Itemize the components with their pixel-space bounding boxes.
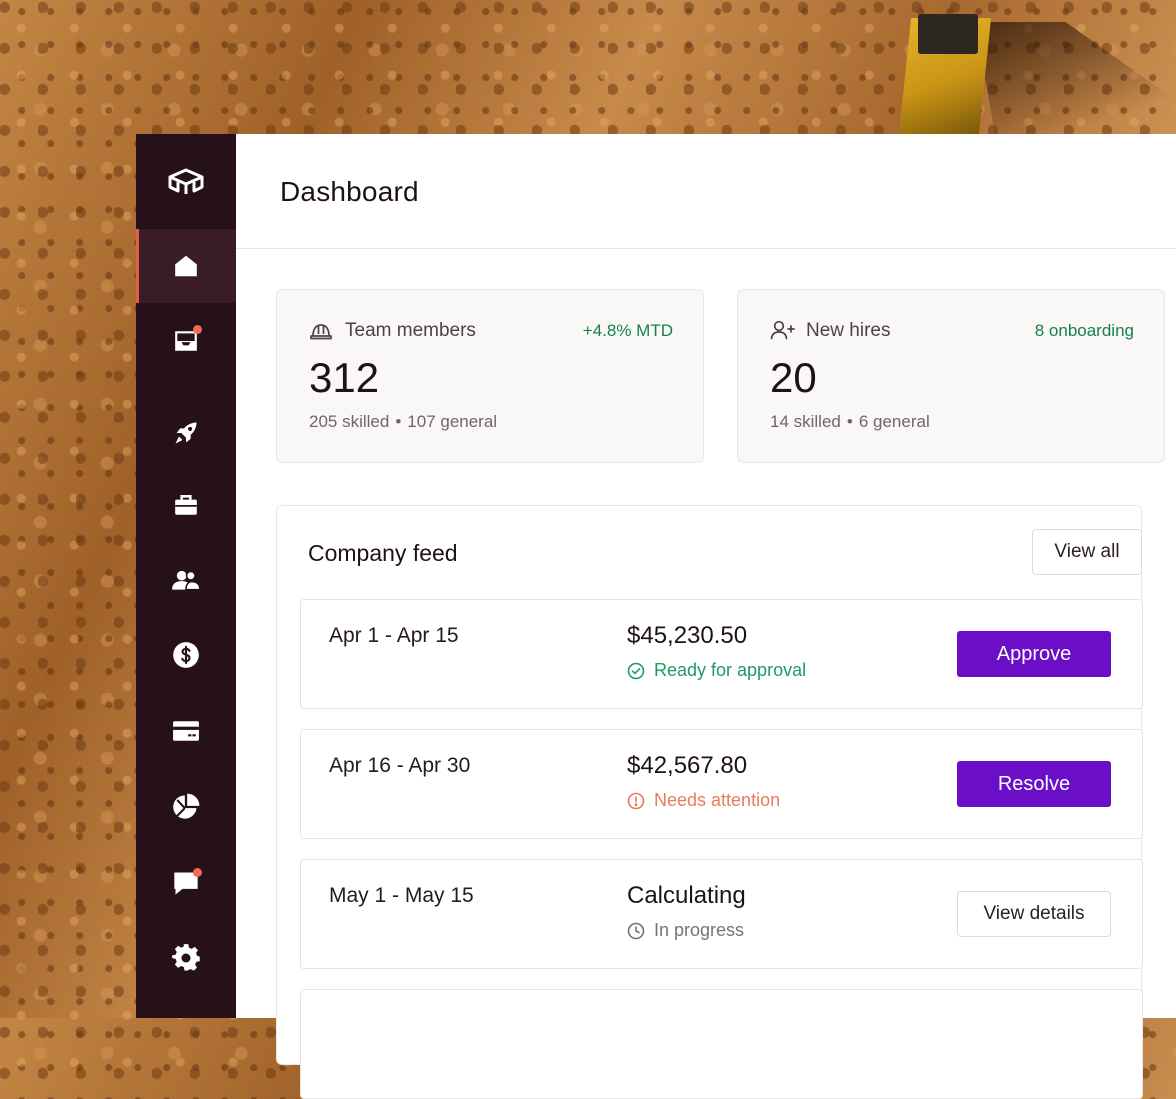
machine-shadow (975, 22, 1176, 134)
sidebar-item-payroll[interactable] (136, 618, 236, 692)
stat-breakdown-separator: • (846, 412, 853, 431)
stat-delta: +4.8% MTD (582, 321, 673, 340)
pie-chart-icon (173, 793, 200, 819)
pay-amount: Calculating (627, 882, 746, 909)
home-icon (175, 255, 197, 277)
stat-value: 20 (770, 354, 817, 401)
rocket-icon (175, 422, 197, 444)
feed-row: Apr 1 - Apr 15 $45,230.50 Ready for appr… (300, 599, 1143, 709)
main-panel: Dashboard Team members +4.8% MTD 312 205… (236, 134, 1176, 1099)
stat-breakdown-skilled: 205 skilled (309, 412, 390, 431)
stat-label: Team members (345, 320, 476, 341)
stat-breakdown-general: 107 general (407, 412, 498, 431)
stat-breakdown-general: 6 general (858, 412, 930, 431)
status-text: Needs attention (654, 790, 781, 810)
stat-label: New hires (806, 320, 891, 341)
view-details-button[interactable]: View details (957, 891, 1111, 937)
stat-breakdown: 14 skilled • 6 general (770, 412, 930, 432)
sidebar-item-cards[interactable] (136, 694, 236, 768)
status-badge: Ready for approval (627, 660, 806, 681)
stat-value: 312 (309, 354, 380, 401)
excavator-cab (918, 14, 978, 54)
page-title: Dashboard (280, 176, 419, 207)
pay-period-date: Apr 16 - Apr 30 (329, 754, 471, 777)
sidebar-item-messages[interactable] (136, 846, 236, 920)
view-all-button[interactable]: View all (1032, 529, 1142, 575)
messages-badge (193, 868, 202, 877)
status-badge: Needs attention (627, 790, 780, 811)
feed-row: Apr 16 - Apr 30 $42,567.80 Needs attenti… (300, 729, 1143, 839)
alert-circle-icon (627, 792, 645, 809)
pay-period-date: May 1 - May 15 (329, 884, 474, 907)
sidebar-item-settings[interactable] (136, 921, 236, 995)
status-text: In progress (654, 920, 745, 940)
approve-button[interactable]: Approve (957, 631, 1111, 677)
clock-icon (627, 922, 645, 939)
sidebar-item-team[interactable] (136, 543, 236, 617)
sidebar-item-inbox[interactable] (136, 304, 236, 378)
stat-breakdown-skilled: 14 skilled (770, 412, 841, 431)
dollar-icon (173, 642, 199, 668)
cube-logo-icon[interactable] (136, 134, 236, 229)
resolve-button[interactable]: Resolve (957, 761, 1111, 807)
sidebar-item-jobs[interactable] (136, 468, 236, 542)
company-feed: Company feed View all Apr 1 - Apr 15 $45… (276, 505, 1143, 1099)
stat-breakdown-separator: • (395, 412, 402, 431)
users-icon (172, 570, 201, 591)
credit-card-icon (173, 721, 199, 741)
gear-icon (172, 944, 200, 971)
pay-amount: $42,567.80 (627, 752, 748, 779)
stat-card-team-members[interactable]: Team members +4.8% MTD 312 205 skilled • 1… (276, 289, 704, 463)
user-plus-icon (770, 320, 795, 340)
check-circle-icon (627, 662, 645, 679)
status-text: Ready for approval (654, 660, 807, 680)
pay-amount: $45,230.50 (627, 622, 748, 649)
page-header: Dashboard (236, 134, 1176, 249)
briefcase-icon (175, 495, 197, 515)
feed-row (300, 989, 1143, 1099)
inbox-badge (193, 325, 202, 334)
feed-row: May 1 - May 15 Calculating In progress V… (300, 859, 1143, 969)
pay-period-date: Apr 1 - Apr 15 (329, 624, 459, 647)
sidebar (136, 134, 236, 1018)
sidebar-item-reports[interactable] (136, 770, 236, 844)
hard-hat-icon (310, 324, 332, 340)
stat-card-new-hires[interactable]: New hires 8 onboarding 20 14 skilled • 6 g… (737, 289, 1165, 463)
feed-title: Company feed (308, 540, 458, 566)
sidebar-item-launch[interactable] (136, 396, 236, 470)
sidebar-item-home[interactable] (136, 229, 236, 303)
stat-breakdown: 205 skilled • 107 general (309, 412, 497, 432)
stat-delta: 8 onboarding (1034, 321, 1134, 340)
status-badge: In progress (627, 920, 744, 941)
